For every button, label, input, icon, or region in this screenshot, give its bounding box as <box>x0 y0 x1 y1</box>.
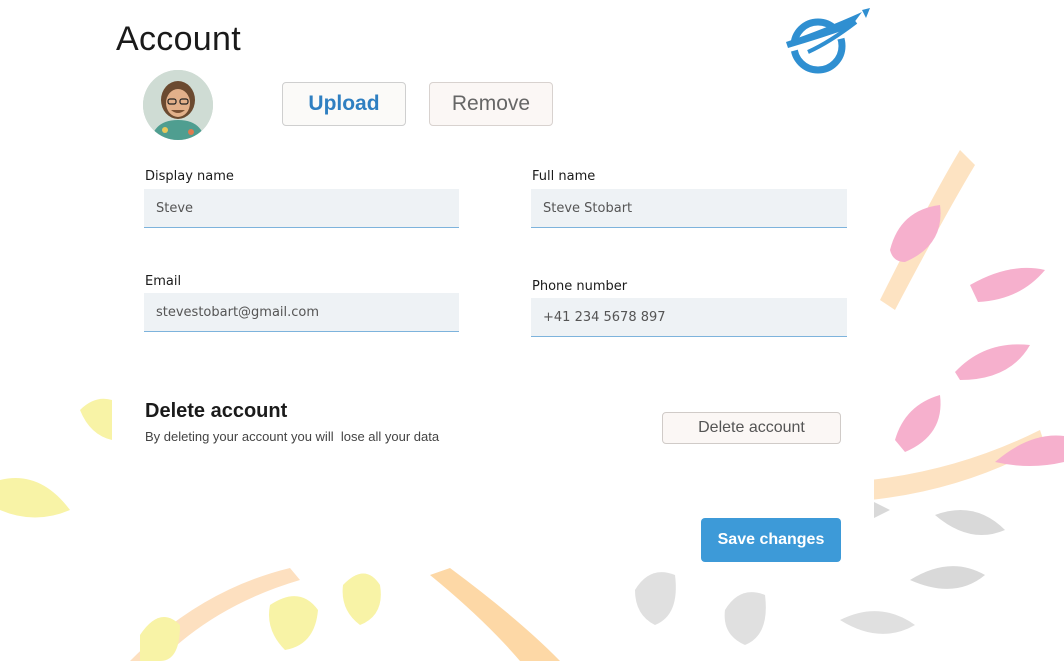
gray-leaf <box>635 572 676 625</box>
upload-button[interactable]: Upload <box>282 82 406 126</box>
pink-leaf <box>970 267 1045 302</box>
gray-leaf <box>935 510 1005 535</box>
delete-account-description: By deleting your account you will lose a… <box>145 429 440 444</box>
plane-globe-logo-icon <box>782 8 870 74</box>
full-name-field[interactable] <box>531 189 847 228</box>
pink-leaf <box>955 344 1030 380</box>
email-label: Email <box>145 274 182 289</box>
pink-leaf <box>895 395 941 452</box>
save-changes-button[interactable]: Save changes <box>701 518 841 562</box>
page-title: Account <box>116 20 241 58</box>
user-avatar-photo <box>143 70 213 140</box>
avatar <box>143 70 213 140</box>
email-field[interactable] <box>144 293 459 332</box>
gray-leaf <box>724 592 766 645</box>
yellow-leaf <box>140 617 180 661</box>
full-name-label: Full name <box>532 169 596 184</box>
phone-number-field[interactable] <box>531 298 847 337</box>
yellow-leaf <box>0 478 70 518</box>
display-name-label: Display name <box>145 169 234 184</box>
yellow-leaf <box>342 573 381 625</box>
yellow-leaf <box>269 596 318 650</box>
remove-button[interactable]: Remove <box>429 82 553 126</box>
display-name-field[interactable] <box>144 189 459 228</box>
gray-leaf <box>840 611 915 634</box>
delete-account-heading: Delete account <box>145 400 288 422</box>
phone-number-label: Phone number <box>532 279 628 294</box>
gray-leaf <box>910 566 985 589</box>
yellow-leaf <box>80 398 112 440</box>
pink-leaf <box>890 205 941 262</box>
delete-account-button[interactable]: Delete account <box>662 412 841 444</box>
